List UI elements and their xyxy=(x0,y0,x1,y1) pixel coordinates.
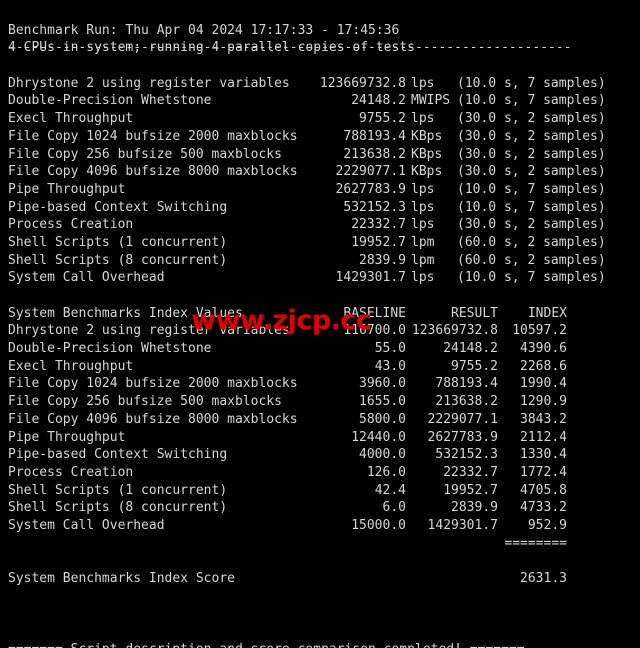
benchmark-row: Shell Scripts (1 concurrent) 19952.7 lpm… xyxy=(8,234,632,252)
index-row: File Copy 1024 bufsize 2000 maxblocks 39… xyxy=(8,375,632,393)
benchmark-unit: lps xyxy=(411,181,455,199)
benchmark-meta: (60.0 s, 2 samples) xyxy=(457,234,637,252)
benchmark-row: File Copy 4096 bufsize 8000 maxblocks 22… xyxy=(8,163,632,181)
benchmark-unit: MWIPS xyxy=(411,92,455,110)
benchmark-value: 19952.7 xyxy=(8,234,406,252)
index-row-index: 4390.6 xyxy=(8,340,567,358)
spacer-line xyxy=(8,287,632,305)
spacer-line xyxy=(8,623,632,641)
benchmark-meta: (10.0 s, 7 samples) xyxy=(457,199,637,217)
benchmark-value: 24148.2 xyxy=(8,92,406,110)
completion-line: ======= Script description and score com… xyxy=(8,641,632,648)
index-row: File Copy 4096 bufsize 8000 maxblocks 58… xyxy=(8,411,632,429)
benchmark-unit: lps xyxy=(411,199,455,217)
index-row-index: 10597.2 xyxy=(8,322,567,340)
benchmark-value: 2839.9 xyxy=(8,252,406,270)
benchmark-row: Shell Scripts (8 concurrent) 2839.9 lpm … xyxy=(8,252,632,270)
benchmark-meta: (10.0 s, 7 samples) xyxy=(457,92,637,110)
column-header-index: INDEX xyxy=(8,305,567,323)
benchmark-unit: lpm xyxy=(411,252,455,270)
benchmark-value: 2627783.9 xyxy=(8,181,406,199)
index-row-index: 2268.6 xyxy=(8,358,567,376)
index-row-index: 1772.4 xyxy=(8,464,567,482)
benchmark-row: Pipe-based Context Switching 532152.3 lp… xyxy=(8,199,632,217)
index-row-index: 4705.8 xyxy=(8,482,567,500)
benchmark-unit: KBps xyxy=(411,163,455,181)
index-score-value: 2631.3 xyxy=(8,570,567,588)
benchmark-row: File Copy 256 bufsize 500 maxblocks 2136… xyxy=(8,146,632,164)
index-row: Pipe Throughput 12440.0 2627783.9 2112.4 xyxy=(8,429,632,447)
benchmark-meta: (30.0 s, 2 samples) xyxy=(457,163,637,181)
score-separator: ======== xyxy=(8,535,567,553)
index-row: Shell Scripts (1 concurrent) 42.4 19952.… xyxy=(8,482,632,500)
spacer-line xyxy=(8,552,632,570)
benchmark-run-line: Benchmark Run: Thu Apr 04 2024 17:17:33 … xyxy=(8,22,632,40)
benchmark-meta: (10.0 s, 7 samples) xyxy=(457,75,637,93)
benchmark-row: System Call Overhead 1429301.7 lps (10.0… xyxy=(8,269,632,287)
index-row: File Copy 256 bufsize 500 maxblocks 1655… xyxy=(8,393,632,411)
benchmark-unit: KBps xyxy=(411,128,455,146)
index-row: Pipe-based Context Switching 4000.0 5321… xyxy=(8,446,632,464)
index-row-index: 1330.4 xyxy=(8,446,567,464)
benchmark-row: Process Creation 22332.7 lps (30.0 s, 2 … xyxy=(8,216,632,234)
score-separator-row: ======== xyxy=(8,535,632,553)
benchmark-meta: (30.0 s, 2 samples) xyxy=(457,128,637,146)
benchmark-meta: (30.0 s, 2 samples) xyxy=(457,146,637,164)
index-row-index: 952.9 xyxy=(8,517,567,535)
benchmark-value: 788193.4 xyxy=(8,128,406,146)
benchmark-unit: lps xyxy=(411,269,455,287)
index-row-index: 1990.4 xyxy=(8,375,567,393)
benchmark-row: Pipe Throughput 2627783.9 lps (10.0 s, 7… xyxy=(8,181,632,199)
index-row: Process Creation 126.0 22332.7 1772.4 xyxy=(8,464,632,482)
spacer-line xyxy=(8,605,632,623)
index-row-index: 2112.4 xyxy=(8,429,567,447)
index-row: Double-Precision Whetstone 55.0 24148.2 … xyxy=(8,340,632,358)
benchmark-value: 532152.3 xyxy=(8,199,406,217)
benchmark-meta: (30.0 s, 2 samples) xyxy=(457,216,637,234)
benchmark-row: File Copy 1024 bufsize 2000 maxblocks 78… xyxy=(8,128,632,146)
index-row: System Call Overhead 15000.0 1429301.7 9… xyxy=(8,517,632,535)
benchmark-value: 1429301.7 xyxy=(8,269,406,287)
benchmark-row: Double-Precision Whetstone 24148.2 MWIPS… xyxy=(8,92,632,110)
benchmark-unit: KBps xyxy=(411,146,455,164)
benchmark-unit: lps xyxy=(411,75,455,93)
benchmark-value: 213638.2 xyxy=(8,146,406,164)
benchmark-value: 22332.7 xyxy=(8,216,406,234)
benchmark-value: 123669732.8 xyxy=(8,75,406,93)
index-row: Execl Throughput 43.0 9755.2 2268.6 xyxy=(8,358,632,376)
cpu-info-line: 4 CPUs in system; running 4 parallel cop… xyxy=(8,39,632,57)
benchmark-meta: (30.0 s, 2 samples) xyxy=(457,110,637,128)
terminal-window: ----------------------------------------… xyxy=(0,0,640,648)
index-row-index: 3843.2 xyxy=(8,411,567,429)
benchmark-row: Execl Throughput 9755.2 lps (30.0 s, 2 s… xyxy=(8,110,632,128)
benchmark-row: Dhrystone 2 using register variables 123… xyxy=(8,75,632,93)
benchmark-unit: lpm xyxy=(411,234,455,252)
benchmark-meta: (10.0 s, 7 samples) xyxy=(457,181,637,199)
top-divider-rule: ----------------------------------------… xyxy=(8,4,632,22)
spacer-line xyxy=(8,588,632,606)
index-row: Shell Scripts (8 concurrent) 6.0 2839.9 … xyxy=(8,499,632,517)
benchmark-value: 9755.2 xyxy=(8,110,406,128)
spacer-line xyxy=(8,57,632,75)
index-table-header: System Benchmarks Index Values BASELINE … xyxy=(8,305,632,323)
benchmark-value: 2229077.1 xyxy=(8,163,406,181)
index-row-index: 1290.9 xyxy=(8,393,567,411)
terminal-output: ----------------------------------------… xyxy=(8,4,632,648)
benchmark-meta: (60.0 s, 2 samples) xyxy=(457,252,637,270)
index-score-row: System Benchmarks Index Score 2631.3 xyxy=(8,570,632,588)
benchmark-meta: (10.0 s, 7 samples) xyxy=(457,269,637,287)
benchmark-unit: lps xyxy=(411,216,455,234)
index-row-index: 4733.2 xyxy=(8,499,567,517)
benchmark-unit: lps xyxy=(411,110,455,128)
index-row: Dhrystone 2 using register variables 116… xyxy=(8,322,632,340)
